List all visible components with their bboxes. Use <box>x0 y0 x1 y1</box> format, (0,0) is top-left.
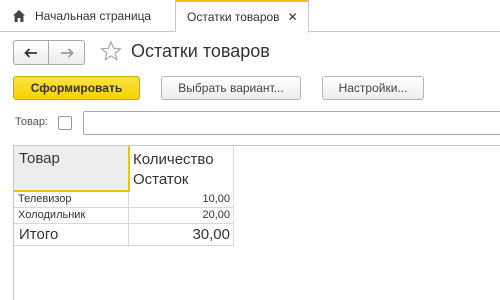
filter-product-checkbox[interactable] <box>58 116 72 130</box>
grid-line <box>14 223 234 224</box>
grid-line <box>233 146 234 245</box>
row-quantity-value[interactable]: 20,00 <box>130 209 230 221</box>
tab-home[interactable]: Начальная страница <box>0 0 176 32</box>
navigation-group <box>13 40 86 65</box>
arrow-right-icon <box>60 47 74 58</box>
tab-stock-balance[interactable]: Остатки товаров ✕ <box>176 0 309 33</box>
grid-line <box>14 207 234 208</box>
selection-border-vertical <box>128 146 130 191</box>
row-product-name[interactable]: Телевизор <box>18 193 72 205</box>
page-title: Остатки товаров <box>131 41 270 61</box>
column-header-quantity: Количество Остаток <box>133 150 214 190</box>
settings-button[interactable]: Настройки... <box>322 76 424 100</box>
filter-product-input[interactable] <box>83 111 500 135</box>
tab-stock-balance-label: Остатки товаров <box>187 9 280 24</box>
total-value: 30,00 <box>192 226 230 243</box>
select-variant-button[interactable]: Выбрать вариант... <box>161 76 301 100</box>
grid-line <box>128 192 129 245</box>
report-area[interactable]: Товар Количество Остаток Телевизор 10,00… <box>13 145 500 300</box>
row-product-name[interactable]: Холодильник <box>18 209 85 221</box>
column-header-product: Товар <box>19 150 60 167</box>
selection-border-horizontal <box>14 190 130 192</box>
home-icon <box>12 9 26 23</box>
tab-home-label: Начальная страница <box>35 9 152 23</box>
forward-button[interactable] <box>49 40 85 65</box>
row-quantity-value[interactable]: 10,00 <box>130 193 230 205</box>
total-label: Итого <box>19 226 59 243</box>
generate-button[interactable]: Сформировать <box>13 76 140 100</box>
close-icon[interactable]: ✕ <box>288 11 298 23</box>
arrow-left-icon <box>24 47 37 58</box>
back-button[interactable] <box>13 40 49 65</box>
column-header-quantity-line2: Остаток <box>133 171 189 188</box>
star-icon[interactable] <box>100 40 122 62</box>
tab-bar: Начальная страница Остатки товаров ✕ <box>0 0 500 33</box>
column-header-quantity-line1: Количество <box>133 151 214 168</box>
grid-line <box>14 245 234 246</box>
filter-product-label: Товар: <box>15 116 48 128</box>
